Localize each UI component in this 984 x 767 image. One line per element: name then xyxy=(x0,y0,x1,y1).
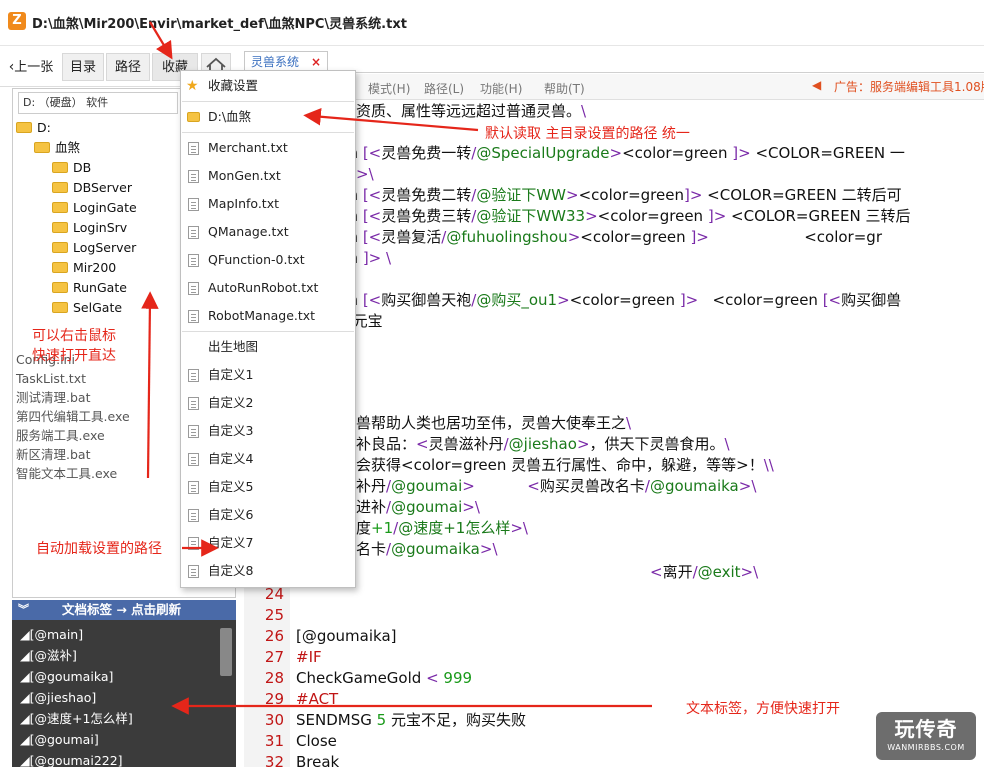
arrow-to-root xyxy=(303,107,479,132)
annotation-right-click: 可以右击鼠标 快速打开直达 xyxy=(32,328,116,364)
watermark-logo: 玩传奇 WANMIRBBS.COM xyxy=(876,712,976,760)
annotation-default-path: 默认读取 主目录设置的路径 统一 xyxy=(485,126,690,142)
annotation-text-tags: 文本标签，方便快速打开 xyxy=(686,701,840,717)
app-window: Z D:\血煞\Mir200\Envir\market_def\血煞NPC\灵兽… xyxy=(0,0,984,767)
annotation-auto-load: 自动加载设置的路径 xyxy=(36,541,162,557)
arrow-to-tree xyxy=(141,291,159,479)
annotation-arrows xyxy=(141,21,652,715)
arrow-to-fav xyxy=(149,21,173,60)
